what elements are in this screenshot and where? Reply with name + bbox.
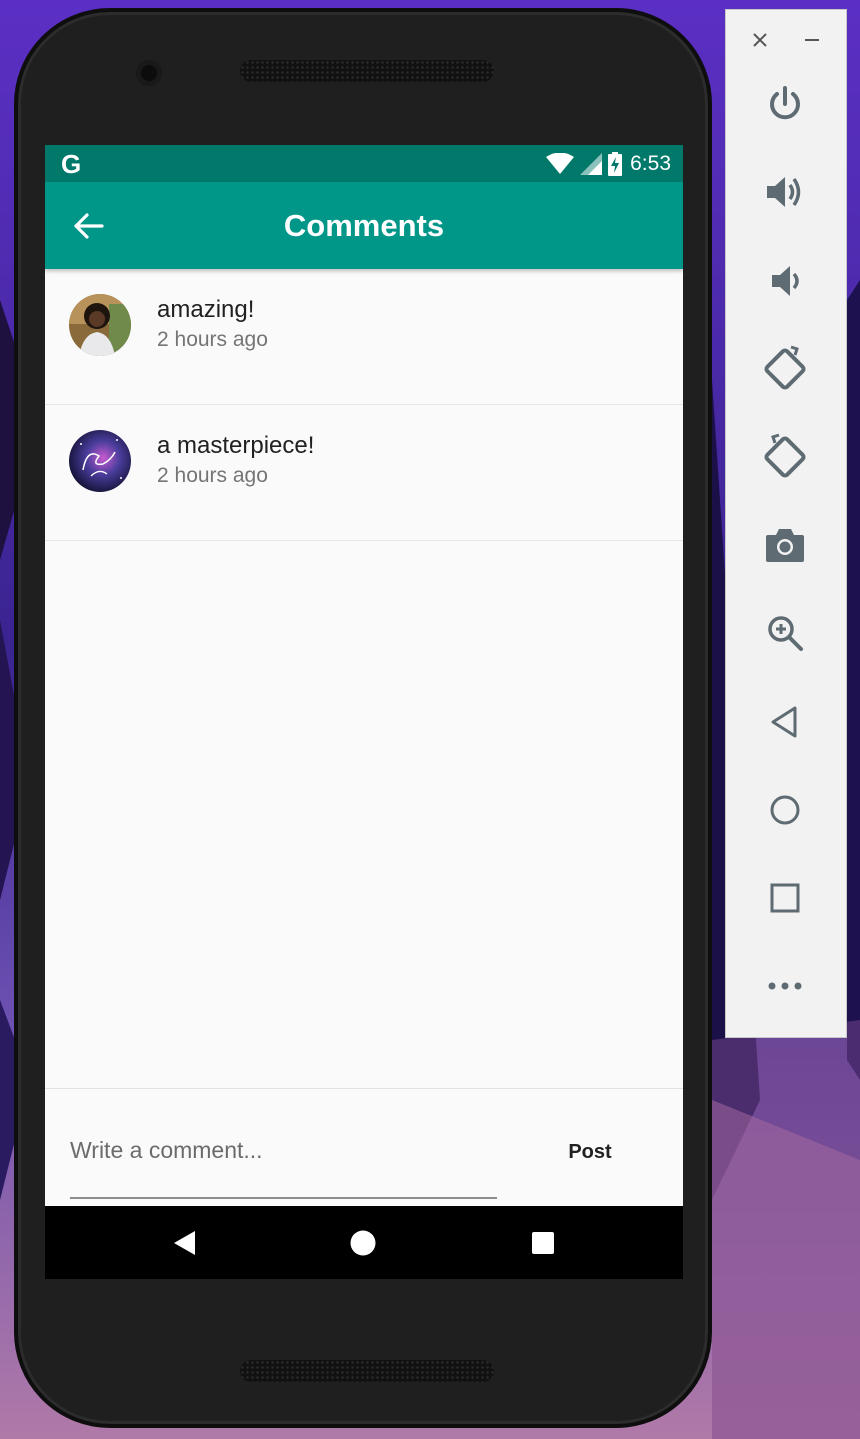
home-icon[interactable]: [757, 782, 813, 838]
user-avatar[interactable]: [69, 430, 131, 492]
minimize-icon[interactable]: [800, 28, 824, 52]
nav-recents-icon[interactable]: [528, 1228, 558, 1258]
comment-input[interactable]: [70, 1129, 497, 1199]
system-nav-bar: [45, 1206, 683, 1279]
back-icon[interactable]: [757, 694, 813, 750]
power-icon[interactable]: [757, 76, 813, 132]
rotate-left-icon[interactable]: [757, 341, 813, 397]
battery-charging-icon: [608, 151, 623, 176]
comment-item[interactable]: amazing! 2 hours ago: [45, 269, 683, 405]
clock: 6:53: [630, 151, 671, 175]
post-button[interactable]: Post: [533, 1132, 647, 1172]
zoom-icon[interactable]: [757, 605, 813, 661]
camera-icon[interactable]: [757, 517, 813, 573]
status-bar: G 6:53: [45, 145, 683, 182]
comment-content: amazing! 2 hours ago: [157, 295, 268, 352]
close-icon[interactable]: [748, 28, 772, 52]
emulator-toolbar: [725, 9, 847, 1038]
top-speaker: [240, 60, 494, 82]
arrow-back-icon[interactable]: [73, 210, 105, 242]
overview-icon[interactable]: [757, 870, 813, 926]
user-avatar[interactable]: [69, 294, 131, 356]
volume-down-icon[interactable]: [757, 253, 813, 309]
comment-text: amazing!: [157, 296, 255, 323]
more-icon[interactable]: [757, 958, 813, 1014]
comment-composer: Post: [45, 1088, 683, 1206]
comment-timestamp: 2 hours ago: [157, 464, 268, 487]
nav-home-icon[interactable]: [348, 1228, 378, 1258]
phone-screen: G 6:53 Comments amazing! 2 hours ago a m…: [45, 145, 683, 1279]
signal-icon: [580, 152, 603, 175]
rotate-right-icon[interactable]: [757, 429, 813, 485]
comment-timestamp: 2 hours ago: [157, 328, 268, 351]
front-camera: [136, 60, 162, 86]
comment-content: a masterpiece! 2 hours ago: [157, 431, 314, 488]
wifi-icon: [546, 152, 575, 175]
nav-back-icon[interactable]: [170, 1228, 200, 1258]
google-icon: G: [61, 148, 82, 179]
comment-item[interactable]: a masterpiece! 2 hours ago: [45, 405, 683, 541]
comment-text: a masterpiece!: [157, 432, 315, 459]
bottom-speaker: [240, 1360, 494, 1382]
app-bar: Comments: [45, 182, 683, 269]
page-title: Comments: [283, 207, 445, 243]
phone-frame: G 6:53 Comments amazing! 2 hours ago a m…: [14, 8, 712, 1428]
volume-up-icon[interactable]: [757, 164, 813, 220]
